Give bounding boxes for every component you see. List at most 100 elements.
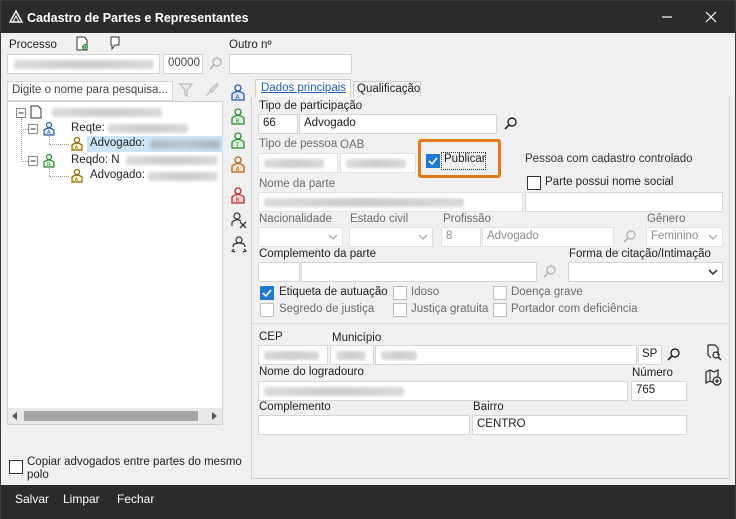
tree-advogado2-label[interactable]: Advogado: bbox=[90, 169, 145, 181]
close-icon[interactable] bbox=[701, 7, 721, 27]
defendant-icon: R bbox=[43, 153, 55, 168]
nome-social-input[interactable] bbox=[525, 192, 723, 212]
dialog-window: Cadastro de Partes e Representantes Proc… bbox=[0, 0, 736, 519]
salvar-button[interactable]: Salvar bbox=[15, 492, 49, 506]
copy-lawyers-checkbox[interactable] bbox=[9, 460, 23, 474]
tree-reqte-label[interactable]: Reqte: bbox=[71, 122, 105, 134]
search-icon[interactable] bbox=[622, 229, 638, 245]
chevron-down-icon bbox=[708, 234, 718, 240]
segredo-checkbox[interactable] bbox=[260, 303, 274, 317]
nacionalidade-select[interactable] bbox=[258, 227, 343, 247]
limpar-button[interactable]: Limpar bbox=[63, 492, 100, 506]
tab-dados-principais[interactable]: Dados principais bbox=[255, 79, 351, 98]
add-defendant-icon[interactable]: R bbox=[230, 107, 246, 125]
minimize-icon[interactable] bbox=[657, 7, 677, 27]
bairro-input[interactable]: CENTRO bbox=[472, 415, 687, 435]
tipo-pessoa-input[interactable] bbox=[258, 153, 338, 173]
nome-parte-input[interactable] bbox=[258, 192, 523, 212]
justica-gratuita-label: Justiça gratuita bbox=[411, 303, 489, 315]
filter-icon[interactable] bbox=[179, 82, 193, 98]
processo-suffix-input[interactable]: 00000 bbox=[163, 54, 203, 74]
search-icon[interactable] bbox=[208, 56, 224, 72]
justica-gratuita-checkbox[interactable] bbox=[393, 303, 407, 317]
nome-social-label: Parte possui nome social bbox=[545, 176, 674, 188]
nome-social-checkbox[interactable] bbox=[527, 176, 541, 190]
add-representative-icon[interactable]: R bbox=[230, 186, 246, 204]
add-plaintiff-icon[interactable]: A bbox=[230, 83, 246, 101]
profissao-label: Profissão bbox=[443, 213, 491, 225]
tree-reqdo-label[interactable]: Reqdo: N bbox=[71, 154, 120, 166]
copy-lawyers-label: Copiar advogados entre partes do mesmo p… bbox=[27, 456, 242, 481]
note-icon[interactable] bbox=[109, 36, 121, 50]
genero-select[interactable]: Feminino bbox=[646, 227, 723, 247]
outro-input[interactable] bbox=[229, 54, 352, 74]
fechar-button[interactable]: Fechar bbox=[117, 492, 154, 506]
estado-civil-select[interactable] bbox=[349, 227, 433, 247]
etiqueta-checkbox[interactable] bbox=[260, 286, 274, 300]
add-lawyer-icon[interactable]: A bbox=[230, 155, 246, 173]
add-party-icon[interactable]: T bbox=[230, 131, 246, 149]
map-add-icon[interactable] bbox=[704, 368, 722, 386]
processo-input[interactable] bbox=[7, 54, 160, 74]
remove-party-icon[interactable] bbox=[230, 211, 248, 229]
publicar-checkbox[interactable] bbox=[426, 154, 440, 168]
svg-text:A: A bbox=[75, 145, 79, 151]
etiqueta-label: Etiqueta de autuação bbox=[279, 286, 388, 298]
collapse-icon[interactable] bbox=[28, 156, 38, 166]
tree-advogado1-label[interactable]: Advogado: bbox=[90, 137, 145, 149]
municipio-code-input[interactable] bbox=[330, 345, 374, 365]
collapse-icon[interactable] bbox=[28, 124, 38, 134]
scrollbar-thumb[interactable] bbox=[24, 411, 198, 421]
tab-qualificacao[interactable]: Qualificação bbox=[353, 81, 421, 98]
clear-filter-icon[interactable] bbox=[204, 82, 220, 98]
doenca-label: Doença grave bbox=[511, 286, 583, 298]
chevron-down-icon bbox=[328, 234, 338, 240]
collapse-icon[interactable] bbox=[16, 108, 26, 118]
window-title: Cadastro de Partes e Representantes bbox=[27, 11, 249, 25]
complemento-parte-input[interactable] bbox=[301, 262, 537, 282]
svg-text:A: A bbox=[75, 177, 79, 183]
publicar-label: Publicar bbox=[444, 153, 486, 165]
address-lookup-icon[interactable] bbox=[704, 343, 722, 361]
uf-input[interactable]: SP bbox=[638, 345, 662, 365]
profissao-input[interactable]: Advogado bbox=[482, 227, 614, 247]
search-icon[interactable] bbox=[503, 116, 519, 132]
doenca-checkbox[interactable] bbox=[493, 286, 507, 300]
idoso-checkbox[interactable] bbox=[393, 286, 407, 300]
logradouro-input[interactable] bbox=[258, 381, 628, 401]
profissao-code-input[interactable]: 8 bbox=[441, 227, 481, 247]
portador-checkbox[interactable] bbox=[493, 303, 507, 317]
numero-input[interactable]: 765 bbox=[631, 381, 687, 401]
tipo-participacao-input[interactable]: Advogado bbox=[299, 114, 497, 134]
tipo-pessoa-label: Tipo de pessoa bbox=[259, 138, 338, 150]
oab-input[interactable] bbox=[340, 153, 416, 173]
swap-party-icon[interactable] bbox=[230, 235, 248, 253]
checkmark-icon bbox=[262, 289, 272, 298]
search-icon[interactable] bbox=[542, 264, 558, 280]
tree-scrollbar[interactable] bbox=[8, 408, 222, 424]
complemento-parte-code-input[interactable] bbox=[258, 262, 300, 282]
complemento-label: Complemento bbox=[259, 401, 331, 413]
scroll-right-arrow[interactable] bbox=[212, 412, 217, 420]
pessoa-controlado-label: Pessoa com cadastro controlado bbox=[525, 153, 693, 165]
tipo-participacao-code-input[interactable]: 66 bbox=[258, 114, 298, 134]
complemento-parte-label: Complemento da parte bbox=[259, 248, 376, 260]
outro-label: Outro nº bbox=[229, 39, 272, 51]
app-icon bbox=[9, 10, 23, 23]
bairro-label: Bairro bbox=[473, 401, 504, 413]
forma-citacao-select[interactable] bbox=[568, 262, 723, 282]
complemento-input[interactable] bbox=[258, 415, 470, 435]
genero-label: Gênero bbox=[647, 213, 686, 225]
municipio-input[interactable] bbox=[375, 345, 637, 365]
checkmark-icon bbox=[428, 157, 438, 166]
title-bar: Cadastro de Partes e Representantes bbox=[1, 1, 735, 33]
cep-input[interactable] bbox=[258, 345, 328, 365]
chevron-down-icon bbox=[708, 269, 718, 276]
scroll-left-arrow[interactable] bbox=[12, 412, 17, 420]
document-new-icon[interactable]: D bbox=[75, 36, 89, 51]
svg-text:R: R bbox=[236, 118, 240, 125]
search-input[interactable]: Digite o nome para pesquisa... bbox=[7, 81, 173, 101]
plaintiff-icon: A bbox=[43, 121, 55, 136]
municipio-label: Município bbox=[332, 332, 382, 344]
search-icon[interactable] bbox=[666, 347, 682, 363]
